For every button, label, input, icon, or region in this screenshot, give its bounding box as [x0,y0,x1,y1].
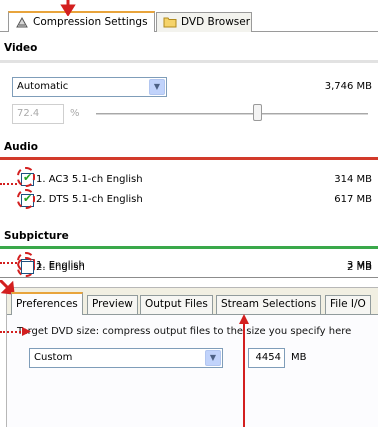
annotation-arrow [60,0,76,16]
annotation-line [0,262,17,264]
annotation-arrow [239,314,249,427]
audio-track-1-size: 314 MB [334,174,372,185]
subpicture-track-2-size: 2 MB [346,262,372,273]
subpicture-heading: Subpicture [4,230,69,242]
target-size-mode-value: Custom [34,352,73,363]
annotation-line [0,183,17,185]
top-tab-bar: Compression Settings DVD Browser [0,0,378,32]
target-size-description: Target DVD size: compress output files t… [17,326,352,337]
annotation-ring [17,167,35,187]
target-size-mode-select[interactable]: Custom ▼ [29,348,223,368]
annotation-arrow [22,327,31,336]
tab-preview[interactable]: Preview [87,295,138,314]
video-mode-select[interactable]: Automatic ▼ [12,77,167,97]
target-size-input[interactable]: 4454 [248,348,285,368]
tab-dvd-label: DVD Browser [181,16,251,28]
audio-track-1-label: 1. AC3 5.1-ch English [36,174,143,185]
tab-preferences[interactable]: Preferences [11,292,83,315]
compression-icon [15,16,29,36]
tab-stream-selections[interactable]: Stream Selections [216,295,322,314]
preferences-content: Target DVD size: compress output files t… [7,314,378,427]
audio-heading: Audio [4,141,38,153]
percent-sign: % [70,108,80,119]
chevron-down-icon: ▼ [149,79,165,95]
audio-track-2-size: 617 MB [334,194,372,205]
subpicture-divider [0,246,378,249]
subpicture-track-2-label: 2. English [36,262,85,273]
video-mode-value: Automatic [17,81,69,92]
video-size: 3,746 MB [324,81,372,92]
chevron-down-icon: ▼ [205,350,221,366]
compression-panel: Compression Settings DVD Browser Video A… [0,0,378,278]
video-quality-slider-thumb[interactable] [253,104,262,121]
audio-track-row[interactable]: ✔ 1. AC3 5.1-ch English 314 MB [0,171,378,189]
tab-file-io[interactable]: File I/O [325,295,371,314]
target-size-unit: MB [291,352,307,363]
video-divider [0,60,378,63]
video-percent-input[interactable]: 72.4 [12,104,64,124]
tab-dvd-browser[interactable]: DVD Browser [156,12,252,32]
preferences-panel: Preferences Preview Output Files Stream … [6,287,378,427]
subpicture-track-row-2[interactable]: 2. English 2 MB [0,261,378,291]
audio-track-2-label: 2. DTS 5.1-ch English [36,194,143,205]
annotation-ring [17,189,35,209]
subpicture-track-2-checkbox[interactable] [21,261,34,274]
tab-output-files[interactable]: Output Files [140,295,213,314]
audio-track-row[interactable]: ✔ 2. DTS 5.1-ch English 617 MB [0,190,378,208]
tab-compression-label: Compression Settings [33,16,148,28]
video-quality-slider[interactable] [96,113,368,115]
folder-icon [163,16,177,35]
audio-divider [0,157,378,160]
tab-compression-settings[interactable]: Compression Settings [8,11,155,32]
bottom-tab-bar: Preferences Preview Output Files Stream … [7,288,378,315]
video-heading: Video [4,42,38,54]
